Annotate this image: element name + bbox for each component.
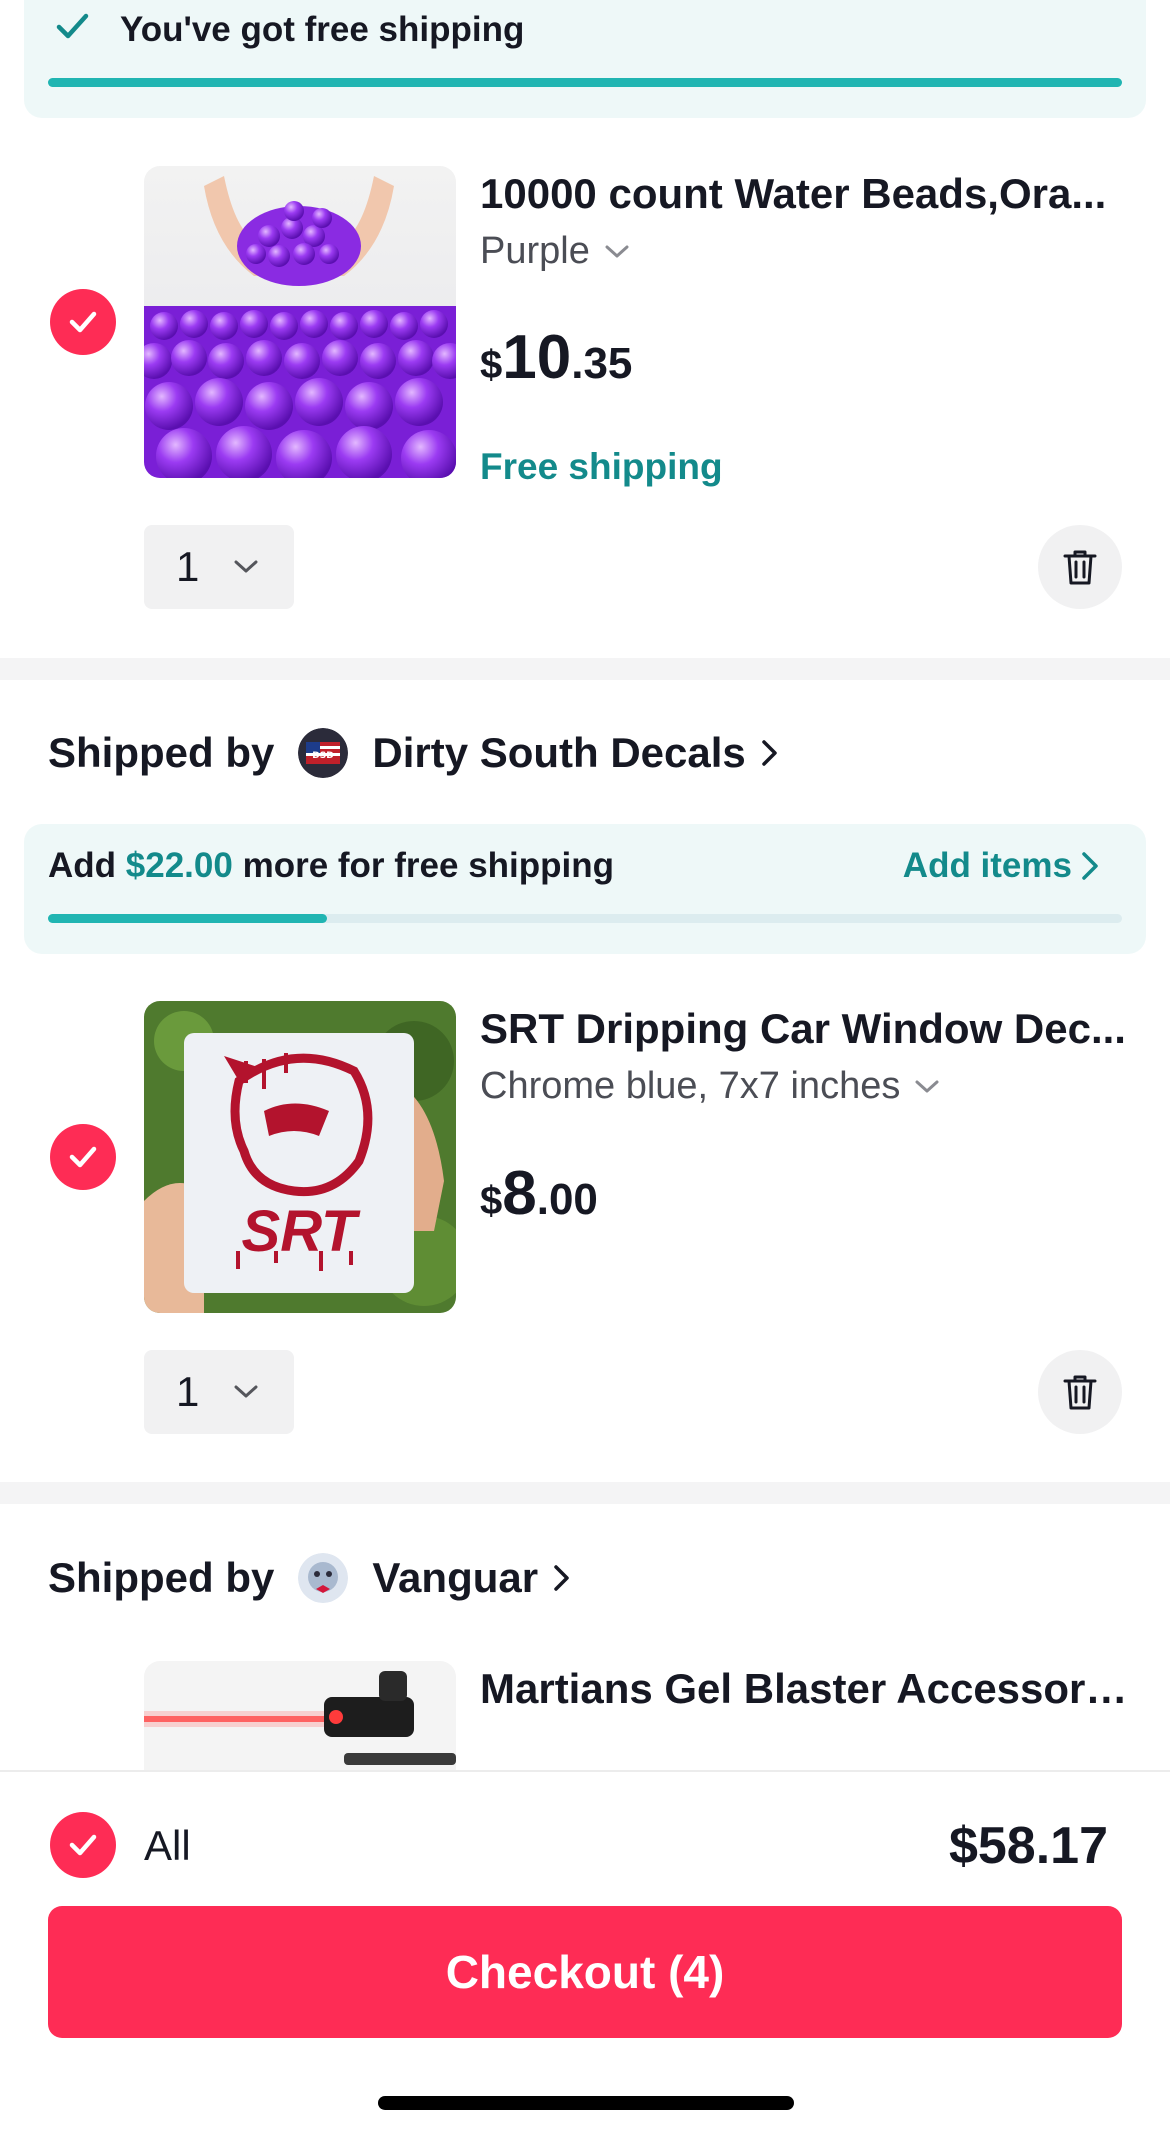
chevron-right-icon [1082,852,1098,880]
free-shipping-banner: You've got free shipping [24,0,1146,118]
price-whole: 8 [502,1159,537,1228]
shipping-progress-bar [48,78,1122,87]
product-title[interactable]: SRT Dripping Car Window Dec... [480,1005,1130,1053]
product-image-srt-decal[interactable]: SRT [144,1001,456,1313]
variant-selector[interactable]: Purple [480,230,630,273]
chevron-right-icon [554,1565,569,1591]
quantity-selector[interactable]: 1 [144,525,294,609]
checkout-button[interactable]: Checkout (4) [48,1906,1122,2038]
free-shipping-message: You've got free shipping [120,10,525,49]
seller-name: Vanguar [372,1554,539,1601]
delete-button[interactable] [1038,1350,1122,1434]
shipped-by-label: Shipped by [48,729,275,776]
cart-page: You've got free shipping 10000 count Wat… [0,0,1170,2132]
chevron-down-icon [915,1080,939,1092]
select-all-checkbox[interactable] [50,1812,116,1878]
trash-icon [1063,1375,1097,1410]
svg-text:SRT: SRT [242,1199,362,1264]
price-whole: 10 [502,323,572,392]
item-select-checkbox[interactable] [50,289,116,355]
threshold-suffix: more for free shipping [242,846,615,885]
add-items-link[interactable]: Add items [903,846,1100,886]
shipped-by-label: Shipped by [48,1554,275,1601]
product-image-water-beads[interactable] [144,166,456,478]
variant-selector[interactable]: Chrome blue, 7x7 inches [480,1065,940,1108]
trash-icon [1063,550,1097,585]
checkout-bar: All $58.17 Checkout (4) [0,1770,1170,2132]
threshold-amount: $22.00 [125,846,233,885]
seller-header[interactable]: Shipped by DSD Dirty South Decals [48,728,780,778]
seller-header[interactable]: Shipped by Vanguar [48,1553,572,1603]
chevron-down-icon [234,1385,258,1398]
price-currency: $ [480,1179,503,1223]
chevron-right-icon [762,740,777,766]
select-all-label[interactable]: All [144,1822,191,1870]
checkmark-icon [69,1834,97,1856]
seller-name: Dirty South Decals [372,729,746,776]
free-shipping-progress-banner: Add $22.00 more for free shipping Add it… [24,824,1146,954]
checkmark-icon [69,1146,97,1168]
cart-total: $58.17 [948,1817,1108,1875]
product-image-gel-blaster-accessory[interactable] [144,1661,456,1770]
home-indicator[interactable] [378,2096,794,2110]
free-shipping-label: Free shipping [480,446,723,487]
shipping-progress-fill [48,78,1122,87]
variant-label: Chrome blue, 7x7 inches [480,1065,901,1107]
price-currency: $ [480,343,503,387]
chevron-down-icon [605,245,629,257]
quantity-selector[interactable]: 1 [144,1350,294,1434]
product-price: $10.35 [480,322,632,393]
quantity-value: 1 [176,1368,200,1415]
delete-button[interactable] [1038,525,1122,609]
item-select-checkbox[interactable] [50,1124,116,1190]
product-title[interactable]: Martians Gel Blaster Accessori... [480,1665,1130,1713]
shipping-progress-fill [48,914,328,923]
add-items-label: Add items [902,846,1072,885]
section-divider [0,658,1170,680]
free-shipping-threshold-message: Add $22.00 more for free shipping [48,846,614,886]
checkmark-icon [56,13,89,39]
threshold-prefix: Add [48,846,117,885]
svg-text:DSD: DSD [313,751,334,761]
product-price: $8.00 [480,1158,598,1229]
quantity-value: 1 [176,543,200,590]
checkmark-icon [69,311,97,333]
section-divider [0,1482,1170,1504]
chevron-down-icon [234,560,258,573]
seller-avatar: DSD [298,728,349,778]
shipping-progress-bar [48,914,1122,923]
seller-avatar [298,1553,349,1603]
product-title[interactable]: 10000 count Water Beads,Ora... [480,170,1130,218]
variant-label: Purple [480,230,590,272]
price-cents: .00 [536,1175,598,1224]
price-cents: .35 [571,339,633,388]
